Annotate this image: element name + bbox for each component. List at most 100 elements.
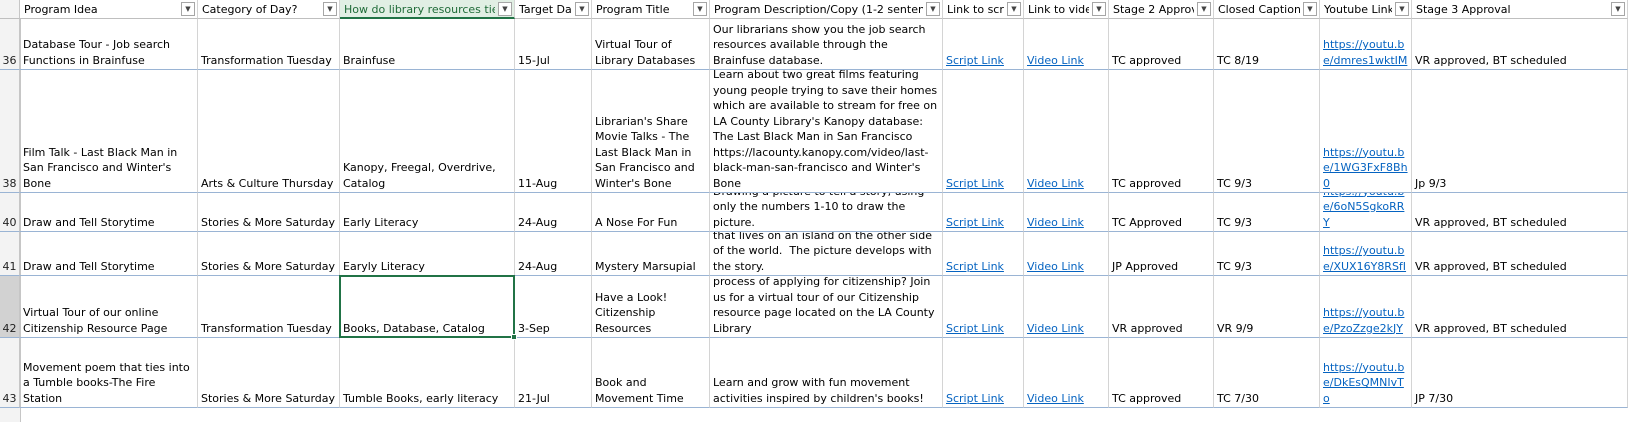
column-header-library-resources-tie-in[interactable]: How do library resources tie-in?▼	[340, 0, 515, 19]
cell-link[interactable]: Script Link	[946, 321, 1004, 337]
row-number[interactable]: 38	[0, 70, 20, 193]
cell-closed-captioning[interactable]: TC 9/3	[1214, 232, 1320, 276]
cell-target-date[interactable]: 11-Aug	[515, 70, 592, 193]
cell-target-date[interactable]: 21-Jul	[515, 338, 592, 408]
filter-dropdown-icon[interactable]: ▼	[1007, 2, 1021, 16]
cell-program-title[interactable]: Virtual Tour of Library Databases	[592, 19, 710, 70]
cell-target-date[interactable]: 24-Aug	[515, 193, 592, 232]
cell-link[interactable]: Script Link	[946, 215, 1004, 231]
column-header-target-date[interactable]: Target Date▼	[515, 0, 592, 19]
column-header-closed-captioning[interactable]: Closed Captioning▼	[1214, 0, 1320, 19]
column-header-program-idea[interactable]: Program Idea ▼	[20, 0, 198, 19]
row-number[interactable]: 41	[0, 232, 20, 276]
filter-dropdown-icon[interactable]: ▼	[1611, 2, 1625, 16]
cell-link[interactable]: https://youtu.be/XUX16Y8RSfI	[1323, 243, 1408, 274]
cell-youtube-link[interactable]: https://youtu.be/dmres1wktIM	[1320, 19, 1412, 70]
cell-library-resources-tie-in[interactable]: Brainfuse	[340, 19, 515, 70]
cell-link-to-script[interactable]: Script Link	[943, 276, 1024, 338]
cell-category-of-day[interactable]: Stories & More Saturday	[198, 193, 340, 232]
cell-link[interactable]: Script Link	[946, 53, 1004, 69]
cell-program-description[interactable]: Interested in learning how to start the …	[710, 276, 943, 338]
row-number[interactable]: 42	[0, 276, 20, 338]
filter-dropdown-icon[interactable]: ▼	[1197, 2, 1211, 16]
cell-program-title[interactable]: Have a Look! Citizenship Resources	[592, 276, 710, 338]
cell-stage-3-approval[interactable]: VR approved, BT scheduled	[1412, 232, 1628, 276]
cell-program-description[interactable]: Learn and grow with fun movement activit…	[710, 338, 943, 408]
cell-stage-3-approval[interactable]: JP 7/30	[1412, 338, 1628, 408]
select-all-corner[interactable]	[0, 0, 20, 19]
cell-link[interactable]: Video Link	[1027, 321, 1084, 337]
column-header-program-description[interactable]: Program Description/Copy (1-2 sentence m…	[710, 0, 943, 19]
cell-youtube-link[interactable]: https://youtu.be/6oN5SgkoRRY	[1320, 193, 1412, 232]
filter-dropdown-icon[interactable]: ▼	[926, 2, 940, 16]
cell-target-date[interactable]: 3-Sep	[515, 276, 592, 338]
cell-category-of-day[interactable]: Arts & Culture Thursday	[198, 70, 340, 193]
cell-link-to-script[interactable]: Script Link	[943, 193, 1024, 232]
cell-library-resources-tie-in[interactable]: Kanopy, Freegal, Overdrive, Catalog	[340, 70, 515, 193]
filter-dropdown-icon[interactable]: ▼	[181, 2, 195, 16]
cell-closed-captioning[interactable]: VR 9/9	[1214, 276, 1320, 338]
cell-closed-captioning[interactable]: TC 8/19	[1214, 19, 1320, 70]
cell-program-title[interactable]: Mystery Marsupial	[592, 232, 710, 276]
cell-youtube-link[interactable]: https://youtu.be/1WG3FxF8Bh0	[1320, 70, 1412, 193]
filter-dropdown-icon[interactable]: ▼	[323, 2, 337, 16]
fill-handle[interactable]	[511, 334, 517, 340]
column-header-link-to-video[interactable]: Link to video▼	[1024, 0, 1109, 19]
cell-target-date[interactable]: 15-Jul	[515, 19, 592, 70]
cell-link[interactable]: Script Link	[946, 176, 1004, 192]
cell-program-description[interactable]: Our librarians show you the job search r…	[710, 19, 943, 70]
cell-stage-3-approval[interactable]: VR approved, BT scheduled	[1412, 276, 1628, 338]
cell-link-to-script[interactable]: Script Link	[943, 338, 1024, 408]
cell-program-idea[interactable]: Movement poem that ties into a Tumble bo…	[20, 338, 198, 408]
row-number[interactable]: 40	[0, 193, 20, 232]
filter-dropdown-icon[interactable]: ▼	[498, 2, 512, 16]
cell-link[interactable]: https://youtu.be/6oN5SgkoRRY	[1323, 193, 1408, 230]
column-header-stage-2-approval[interactable]: Stage 2 Approval▼	[1109, 0, 1214, 19]
cell-program-description[interactable]: Learn about two great films featuring yo…	[710, 70, 943, 193]
cell-link[interactable]: https://youtu.be/1WG3FxF8Bh0	[1323, 145, 1408, 192]
cell-link-to-script[interactable]: Script Link	[943, 70, 1024, 193]
column-header-youtube-link[interactable]: Youtube Link ▼	[1320, 0, 1412, 19]
cell-link-to-video[interactable]: Video Link	[1024, 19, 1109, 70]
column-header-program-title[interactable]: Program Title ▼	[592, 0, 710, 19]
cell-program-title[interactable]: Book and Movement Time	[592, 338, 710, 408]
cell-link-to-script[interactable]: Script Link	[943, 232, 1024, 276]
cell-stage-3-approval[interactable]: VR approved, BT scheduled	[1412, 19, 1628, 70]
cell-link[interactable]: Video Link	[1027, 215, 1084, 231]
cell-stage-3-approval[interactable]: VR approved, BT scheduled	[1412, 193, 1628, 232]
cell-target-date[interactable]: 24-Aug	[515, 232, 592, 276]
cell-youtube-link[interactable]: https://youtu.be/PzoZzge2kJY	[1320, 276, 1412, 338]
cell-category-of-day[interactable]: Stories & More Saturday	[198, 338, 340, 408]
cell-stage-3-approval[interactable]: Jp 9/3	[1412, 70, 1628, 193]
cell-library-resources-tie-in[interactable]: Early Literacy	[340, 193, 515, 232]
row-number[interactable]: 43	[0, 338, 20, 408]
cell-category-of-day[interactable]: Transformation Tuesday	[198, 276, 340, 338]
filter-dropdown-icon[interactable]: ▼	[1092, 2, 1106, 16]
cell-program-title[interactable]: A Nose For Fun	[592, 193, 710, 232]
column-header-category-of-day[interactable]: Category of Day? ▼	[198, 0, 340, 19]
column-header-stage-3-approval[interactable]: Stage 3 Approval ▼	[1412, 0, 1628, 19]
cell-link-to-video[interactable]: Video Link	[1024, 338, 1109, 408]
cell-stage-2-approval[interactable]: JP Approved	[1109, 232, 1214, 276]
cell-link[interactable]: Video Link	[1027, 53, 1084, 69]
row-number[interactable]: 36	[0, 19, 20, 70]
filter-dropdown-icon[interactable]: ▼	[693, 2, 707, 16]
cell-closed-captioning[interactable]: TC 9/3	[1214, 70, 1320, 193]
cell-link[interactable]: Video Link	[1027, 391, 1084, 407]
cell-link-to-script[interactable]: Script Link	[943, 19, 1024, 70]
cell-link-to-video[interactable]: Video Link	[1024, 232, 1109, 276]
cell-program-description[interactable]: Drawing a picture of a mystery animal th…	[710, 232, 943, 276]
cell-stage-2-approval[interactable]: TC approved	[1109, 338, 1214, 408]
cell-link[interactable]: https://youtu.be/DkEsQMNIvTo	[1323, 360, 1408, 407]
cell-stage-2-approval[interactable]: TC approved	[1109, 70, 1214, 193]
cell-closed-captioning[interactable]: TC 7/30	[1214, 338, 1320, 408]
cell-program-idea[interactable]: Database Tour - Job search Functions in …	[20, 19, 198, 70]
cell-stage-2-approval[interactable]: TC approved	[1109, 19, 1214, 70]
cell-program-description[interactable]: Drawing a picture to tell a story, using…	[710, 193, 943, 232]
cell-program-idea[interactable]: Draw and Tell Storytime	[20, 232, 198, 276]
cell-link[interactable]: Script Link	[946, 259, 1004, 275]
cell-library-resources-tie-in[interactable]: Books, Database, Catalog	[340, 276, 515, 338]
cell-stage-2-approval[interactable]: VR approved	[1109, 276, 1214, 338]
cell-link-to-video[interactable]: Video Link	[1024, 70, 1109, 193]
cell-link[interactable]: Video Link	[1027, 259, 1084, 275]
